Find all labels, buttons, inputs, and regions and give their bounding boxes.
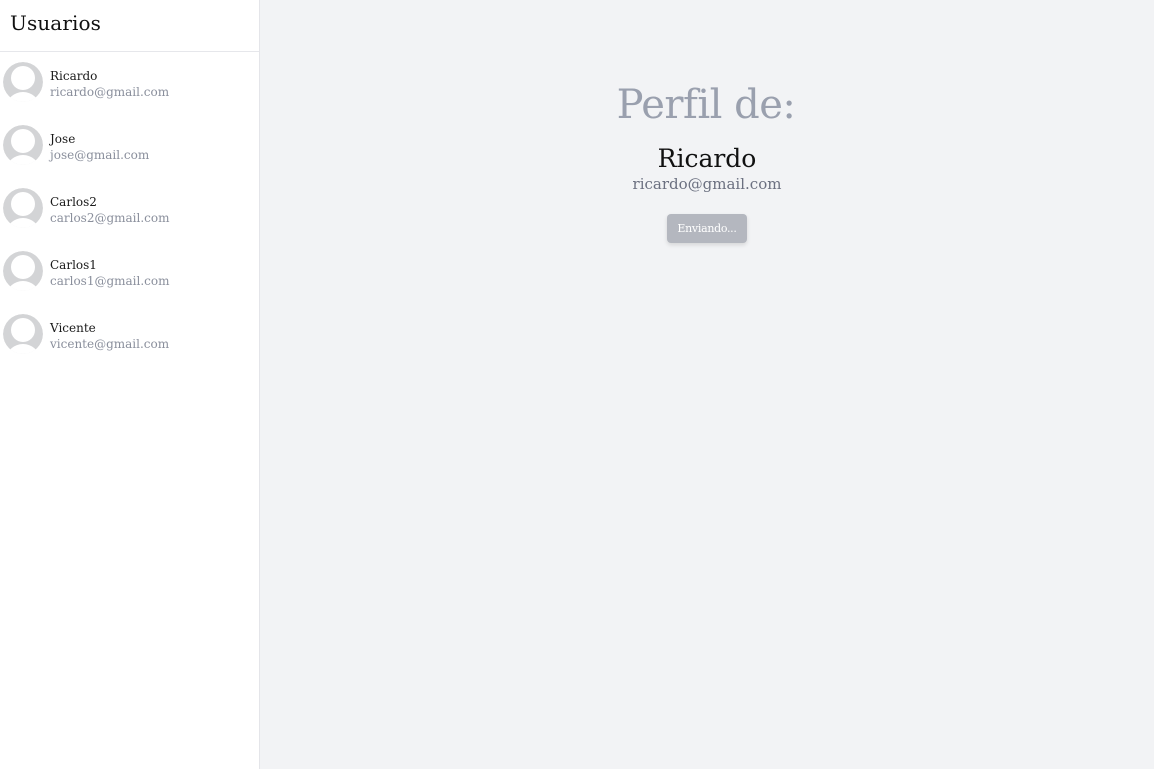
user-email: jose@gmail.com bbox=[50, 148, 150, 162]
app-root: Usuarios Ricardo ricardo@gmail.com Jose … bbox=[0, 0, 1154, 769]
user-email: carlos2@gmail.com bbox=[50, 211, 170, 225]
user-email: carlos1@gmail.com bbox=[50, 274, 170, 288]
user-email: ricardo@gmail.com bbox=[50, 85, 170, 99]
users-sidebar: Usuarios Ricardo ricardo@gmail.com Jose … bbox=[0, 0, 260, 769]
user-name: Vicente bbox=[50, 321, 96, 335]
profile-card: Perfil de: Ricardo ricardo@gmail.com Env… bbox=[260, 78, 1154, 243]
sidebar-header: Usuarios bbox=[0, 0, 259, 52]
profile-heading: Perfil de: bbox=[616, 82, 796, 128]
user-name: Carlos1 bbox=[50, 258, 97, 272]
user-name: Ricardo bbox=[50, 69, 98, 83]
default-avatar-icon bbox=[3, 62, 43, 102]
user-email: vicente@gmail.com bbox=[50, 337, 170, 351]
user-item-ricardo[interactable]: Ricardo ricardo@gmail.com bbox=[0, 62, 259, 125]
default-avatar-icon bbox=[3, 251, 43, 291]
default-avatar-icon bbox=[3, 125, 43, 165]
user-name: Jose bbox=[50, 132, 76, 146]
default-avatar-icon bbox=[3, 314, 43, 354]
send-button[interactable]: Enviando... bbox=[667, 214, 747, 243]
default-avatar-icon bbox=[3, 188, 43, 228]
sidebar-title: Usuarios bbox=[10, 11, 101, 35]
profile-panel: Perfil de: Ricardo ricardo@gmail.com Env… bbox=[260, 0, 1154, 769]
profile-name: Ricardo bbox=[657, 144, 757, 173]
user-item-carlos1[interactable]: Carlos1 carlos1@gmail.com bbox=[0, 251, 259, 314]
profile-email: ricardo@gmail.com bbox=[632, 175, 782, 193]
user-name: Carlos2 bbox=[50, 195, 97, 209]
user-item-jose[interactable]: Jose jose@gmail.com bbox=[0, 125, 259, 188]
user-item-vicente[interactable]: Vicente vicente@gmail.com bbox=[0, 314, 259, 377]
user-list: Ricardo ricardo@gmail.com Jose jose@gmai… bbox=[0, 52, 259, 377]
user-item-carlos2[interactable]: Carlos2 carlos2@gmail.com bbox=[0, 188, 259, 251]
